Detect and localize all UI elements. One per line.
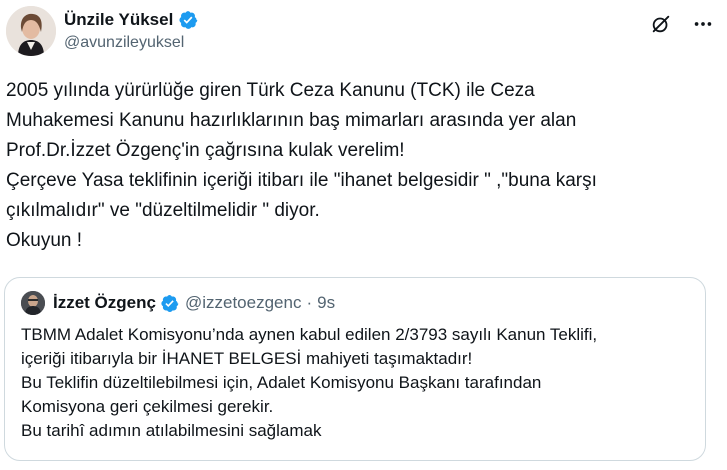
author-handle[interactable]: @avunzileyuksel bbox=[64, 34, 198, 52]
author-names: Ünzile Yüksel @avunzileyuksel bbox=[64, 8, 198, 52]
quoted-tweet-header: İzzet Özgenç @izzetoezgenc · 9s bbox=[21, 291, 335, 315]
grok-icon[interactable] bbox=[649, 12, 673, 36]
tweet-text-line: çıkılmalıdır" ve "düzeltilmelidir " diyo… bbox=[6, 200, 320, 221]
quoted-tweet-card[interactable]: İzzet Özgenç @izzetoezgenc · 9s TBMM Ada… bbox=[4, 277, 706, 461]
tweet-text-line: Okuyun ! bbox=[6, 230, 83, 251]
header-actions bbox=[649, 12, 715, 36]
quoted-text-line: içeriği itibarıyla bir İHANET BELGESİ ma… bbox=[21, 349, 473, 368]
tweet-header: Ünzile Yüksel @avunzileyuksel bbox=[6, 6, 715, 62]
quoted-tweet-text: TBMM Adalet Komisyonu’nda aynen kabul ed… bbox=[21, 323, 691, 443]
quoted-author-avatar[interactable] bbox=[21, 291, 45, 315]
verified-badge-icon bbox=[178, 10, 198, 30]
tweet-text-line: Prof.Dr.İzzet Özgenç'in çağrısına kulak … bbox=[6, 140, 405, 161]
tweet-text-line: Muhakemesi Kanunu hazırlıklarının baş mi… bbox=[6, 110, 577, 131]
author-avatar[interactable] bbox=[6, 6, 56, 56]
quoted-author-handle: @izzetoezgenc bbox=[184, 293, 302, 312]
quoted-text-line: Komisyona geri çekilmesi gerekir. bbox=[21, 397, 274, 416]
more-options-icon[interactable] bbox=[691, 12, 715, 36]
quoted-separator: · bbox=[306, 293, 313, 312]
quoted-text-line: Bu tarihî adımın atılabilmesini sağlamak bbox=[21, 421, 322, 440]
quoted-timestamp: 9s bbox=[317, 293, 336, 312]
tweet-text: 2005 yılında yürürlüğe giren Türk Ceza K… bbox=[6, 76, 711, 256]
author-display-name[interactable]: Ünzile Yüksel bbox=[64, 10, 173, 30]
tweet-text-line: 2005 yılında yürürlüğe giren Türk Ceza K… bbox=[6, 80, 535, 101]
quoted-text-line: TBMM Adalet Komisyonu’nda aynen kabul ed… bbox=[21, 325, 598, 344]
quoted-text-line: Bu Teklifin düzeltilebilmesi için, Adale… bbox=[21, 373, 542, 392]
quoted-author-display-name: İzzet Özgenç bbox=[53, 293, 156, 312]
tweet-text-line: Çerçeve Yasa teklifinin içeriği itibarı … bbox=[6, 170, 597, 191]
verified-badge-icon bbox=[160, 294, 179, 313]
